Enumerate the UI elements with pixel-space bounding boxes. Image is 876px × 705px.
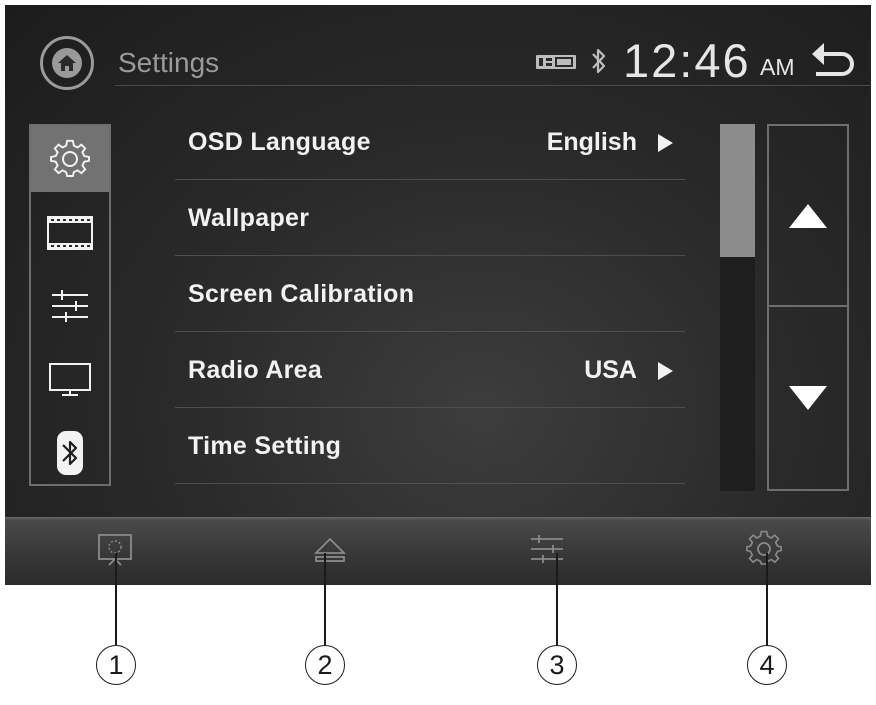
arrow-up-icon (789, 203, 827, 228)
sidebar-item-audio[interactable] (31, 273, 109, 339)
bluetooth-status-icon (589, 46, 609, 81)
back-button[interactable] (810, 41, 856, 84)
callout-2: 2 (305, 645, 345, 685)
menu-item-osd-language[interactable]: OSD Language English (175, 104, 685, 180)
sliders-icon (52, 290, 88, 322)
eject-icon (313, 537, 347, 562)
menu-item-value: USA (584, 356, 637, 384)
settings-icon (746, 530, 782, 565)
scrollbar-thumb[interactable] (720, 124, 755, 257)
head-unit-screen: Settings 12:46 AM OSD Language English W… (5, 5, 871, 585)
callout-1: 1 (96, 645, 136, 685)
menu-item-label: Time Setting (188, 432, 342, 460)
usb-icon (535, 53, 577, 76)
callout-4: 4 (747, 645, 787, 685)
sidebar-item-bluetooth[interactable] (31, 420, 109, 486)
eject-button[interactable] (308, 529, 352, 569)
page-title: Settings (118, 47, 220, 78)
bluetooth-icon (57, 431, 83, 475)
page-down-button[interactable] (769, 307, 847, 489)
menu-item-label: Radio Area (188, 356, 323, 384)
chevron-right-icon (658, 134, 673, 152)
gear-icon (50, 139, 90, 177)
arrow-down-icon (789, 386, 827, 410)
back-arrow-icon (812, 43, 854, 76)
callout-line-3 (556, 553, 558, 645)
sidebar-item-general[interactable] (31, 126, 109, 192)
chevron-right-icon (658, 362, 673, 380)
equalizer-icon (531, 535, 563, 563)
menu-item-screen-calibration[interactable]: Screen Calibration (175, 256, 685, 332)
menu-item-radio-area[interactable]: Radio Area USA (175, 332, 685, 408)
menu-item-value: English (546, 128, 637, 156)
menu-item-wallpaper[interactable]: Wallpaper (175, 180, 685, 256)
film-icon (47, 216, 93, 250)
sidebar-item-display[interactable] (31, 347, 109, 413)
callout-line-2 (324, 553, 326, 645)
menu-item-label: OSD Language (188, 128, 371, 156)
home-button[interactable] (40, 36, 94, 90)
menu-item-label: Wallpaper (188, 204, 310, 232)
bottom-toolbar (5, 517, 871, 585)
callout-3: 3 (537, 645, 577, 685)
equalizer-button[interactable] (525, 529, 569, 569)
page-buttons (767, 124, 849, 491)
page-up-button[interactable] (769, 126, 847, 307)
settings-category-sidebar (29, 124, 111, 486)
sidebar-item-video[interactable] (31, 200, 109, 266)
home-icon (52, 48, 82, 78)
callout-line-4 (766, 553, 768, 645)
header-divider (115, 85, 871, 86)
clock-ampm: AM (760, 54, 795, 80)
clock-time: 12:46 (623, 34, 751, 87)
menu-item-label: Screen Calibration (188, 280, 415, 308)
menu-item-time-setting[interactable]: Time Setting (175, 408, 685, 484)
settings-button[interactable] (742, 529, 786, 569)
monitor-icon (49, 363, 91, 396)
callout-line-1 (115, 553, 117, 645)
